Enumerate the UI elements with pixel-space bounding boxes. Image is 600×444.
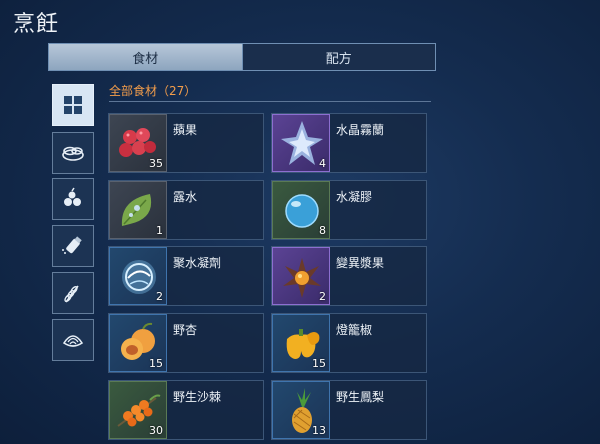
ingredient-card[interactable]: 30 野生沙棘 bbox=[108, 380, 264, 440]
item-thumb: 2 bbox=[272, 247, 330, 305]
grid-icon bbox=[64, 96, 82, 114]
item-quantity: 2 bbox=[319, 290, 326, 303]
item-quantity: 8 bbox=[319, 224, 326, 237]
section-label: 全部食材（27） bbox=[109, 84, 197, 98]
section-divider bbox=[109, 101, 431, 102]
category-dishes[interactable] bbox=[52, 132, 94, 174]
item-quantity: 13 bbox=[312, 424, 326, 437]
item-name: 燈籠椒 bbox=[336, 323, 373, 337]
ingredient-card[interactable]: 15 燈籠椒 bbox=[271, 313, 427, 373]
item-name: 野杏 bbox=[173, 323, 198, 337]
ingredient-card[interactable]: 35 蘋果 bbox=[108, 113, 264, 173]
item-name: 聚水凝劑 bbox=[173, 256, 222, 270]
item-thumb: 4 bbox=[272, 114, 330, 172]
item-quantity: 15 bbox=[149, 357, 163, 370]
ingredient-card[interactable]: 15 野杏 bbox=[108, 313, 264, 373]
tab-ingredients[interactable]: 食材 bbox=[49, 44, 243, 70]
ingredient-card[interactable]: 13 野生鳳梨 bbox=[271, 380, 427, 440]
item-name: 水晶霧蘭 bbox=[336, 123, 385, 137]
item-quantity: 1 bbox=[156, 224, 163, 237]
item-thumb: 15 bbox=[109, 314, 167, 372]
category-all[interactable] bbox=[52, 84, 94, 126]
wheat-icon bbox=[64, 285, 79, 303]
page-title: 烹飪 bbox=[13, 12, 60, 37]
tab-bar: 食材 配方 bbox=[48, 43, 436, 71]
item-thumb: 13 bbox=[272, 381, 330, 439]
fruit-icon bbox=[64, 187, 81, 206]
ingredient-card[interactable]: 1 露水 bbox=[108, 180, 264, 240]
ingredient-card[interactable]: 8 水凝膠 bbox=[271, 180, 427, 240]
tab-recipes[interactable]: 配方 bbox=[242, 44, 435, 70]
shell-icon bbox=[62, 335, 84, 347]
item-name: 蘋果 bbox=[173, 123, 198, 137]
item-name: 野生沙棘 bbox=[173, 390, 222, 404]
item-thumb: 1 bbox=[109, 181, 167, 239]
ingredient-card[interactable]: 4 水晶霧蘭 bbox=[271, 113, 427, 173]
salt-shaker-icon bbox=[62, 236, 82, 254]
item-thumb: 8 bbox=[272, 181, 330, 239]
item-name: 水凝膠 bbox=[336, 190, 373, 204]
item-quantity: 4 bbox=[319, 157, 326, 170]
category-seafood[interactable] bbox=[52, 319, 94, 361]
item-name: 野生鳳梨 bbox=[336, 390, 385, 404]
item-quantity: 30 bbox=[149, 424, 163, 437]
plates-icon bbox=[62, 146, 84, 161]
item-quantity: 15 bbox=[312, 357, 326, 370]
item-quantity: 35 bbox=[149, 157, 163, 170]
item-quantity: 2 bbox=[156, 290, 163, 303]
item-name: 露水 bbox=[173, 190, 198, 204]
ingredient-card[interactable]: 2 聚水凝劑 bbox=[108, 246, 264, 306]
item-thumb: 30 bbox=[109, 381, 167, 439]
item-name: 變異漿果 bbox=[336, 256, 385, 270]
item-thumb: 35 bbox=[109, 114, 167, 172]
ingredient-card[interactable]: 2 變異漿果 bbox=[271, 246, 427, 306]
category-seasoning[interactable] bbox=[52, 225, 94, 267]
item-thumb: 2 bbox=[109, 247, 167, 305]
category-fruit[interactable] bbox=[52, 178, 94, 220]
item-thumb: 15 bbox=[272, 314, 330, 372]
category-grain[interactable] bbox=[52, 272, 94, 314]
